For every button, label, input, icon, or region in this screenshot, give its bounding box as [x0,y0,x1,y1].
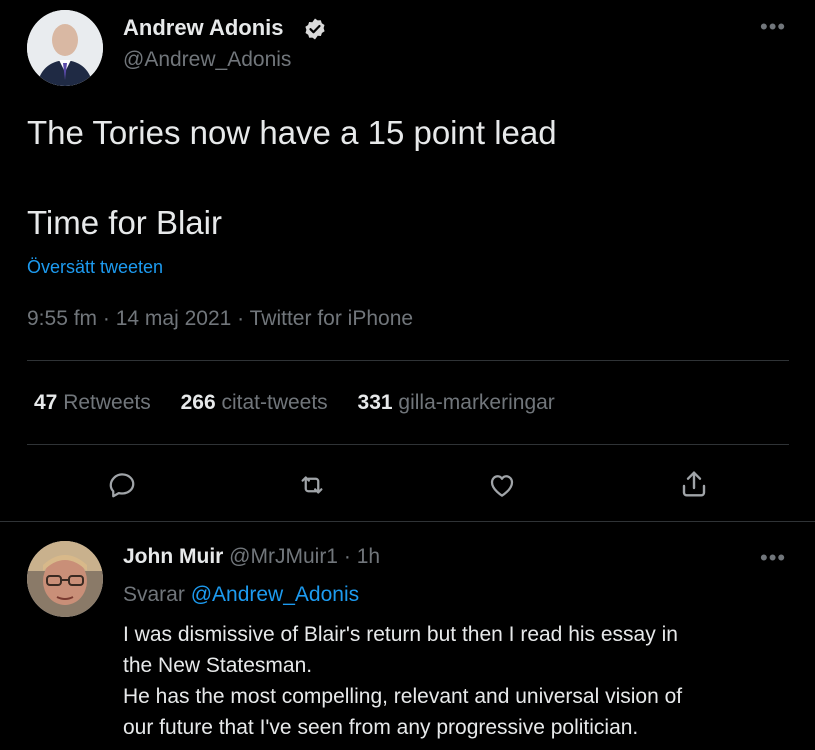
retweets-stat[interactable]: 47 Retweets [34,391,157,414]
reply-icon[interactable] [107,470,137,500]
reply-time[interactable]: 1h [357,545,380,568]
tweet-source[interactable]: Twitter for iPhone [250,307,413,330]
reply-avatar-image [27,541,103,617]
likes-label: gilla-markeringar [398,391,555,414]
divider-reply [0,521,815,522]
replying-to: Svarar @Andrew_Adonis [123,583,359,607]
author-handle[interactable]: @Andrew_Adonis [123,48,291,72]
reply-separator: · [343,545,351,568]
replying-label: Svarar [123,583,185,606]
meta-separator: · [102,307,110,330]
verified-badge-icon [303,17,327,41]
divider-top [27,360,789,361]
tweet-text-line2: Time for Blair [27,204,222,241]
retweets-count: 47 [34,391,58,414]
reply-author-name[interactable]: John Muir [123,545,223,568]
avatar-image [27,10,103,86]
likes-count: 331 [357,391,393,414]
author-name[interactable]: Andrew Adonis [123,15,284,41]
reply-author-handle[interactable]: @MrJMuir1 [229,545,338,568]
reply-header: John Muir @MrJMuir1 · 1h [123,545,380,569]
translate-tweet-link[interactable]: Översätt tweeten [27,257,163,278]
tweet-time[interactable]: 9:55 fm [27,307,97,330]
author-avatar[interactable] [27,10,103,86]
tweet-meta: 9:55 fm · 14 maj 2021 · Twitter for iPho… [27,307,413,331]
retweets-label: Retweets [63,391,151,414]
reply-text-line2: the New Statesman. [123,654,313,677]
reply-text-line3: He has the most compelling, relevant and… [123,685,683,708]
share-icon[interactable] [678,468,710,500]
meta-separator: · [237,307,245,330]
reply-text-line4: our future that I've seen from any progr… [123,716,639,739]
quotes-label: citat-tweets [221,391,328,414]
more-options-icon[interactable]: ••• [760,14,786,40]
stats-row: 47 Retweets 266 citat-tweets 331 gilla-m… [34,391,555,415]
tweet-text-line1: The Tories now have a 15 point lead [27,114,557,151]
replying-to-handle[interactable]: @Andrew_Adonis [191,583,359,606]
retweet-icon[interactable] [296,470,328,500]
like-icon[interactable] [487,470,517,500]
reply-more-options-icon[interactable]: ••• [760,545,786,571]
reply-text: I was dismissive of Blair's return but t… [123,619,682,743]
tweet-date[interactable]: 14 maj 2021 [116,307,232,330]
reply-author-avatar[interactable] [27,541,103,617]
quotes-count: 266 [180,391,216,414]
reply-text-line1: I was dismissive of Blair's return but t… [123,623,678,646]
divider-bottom [27,444,789,445]
quotes-stat[interactable]: 266 citat-tweets [181,391,334,414]
likes-stat[interactable]: 331 gilla-markeringar [358,391,555,414]
